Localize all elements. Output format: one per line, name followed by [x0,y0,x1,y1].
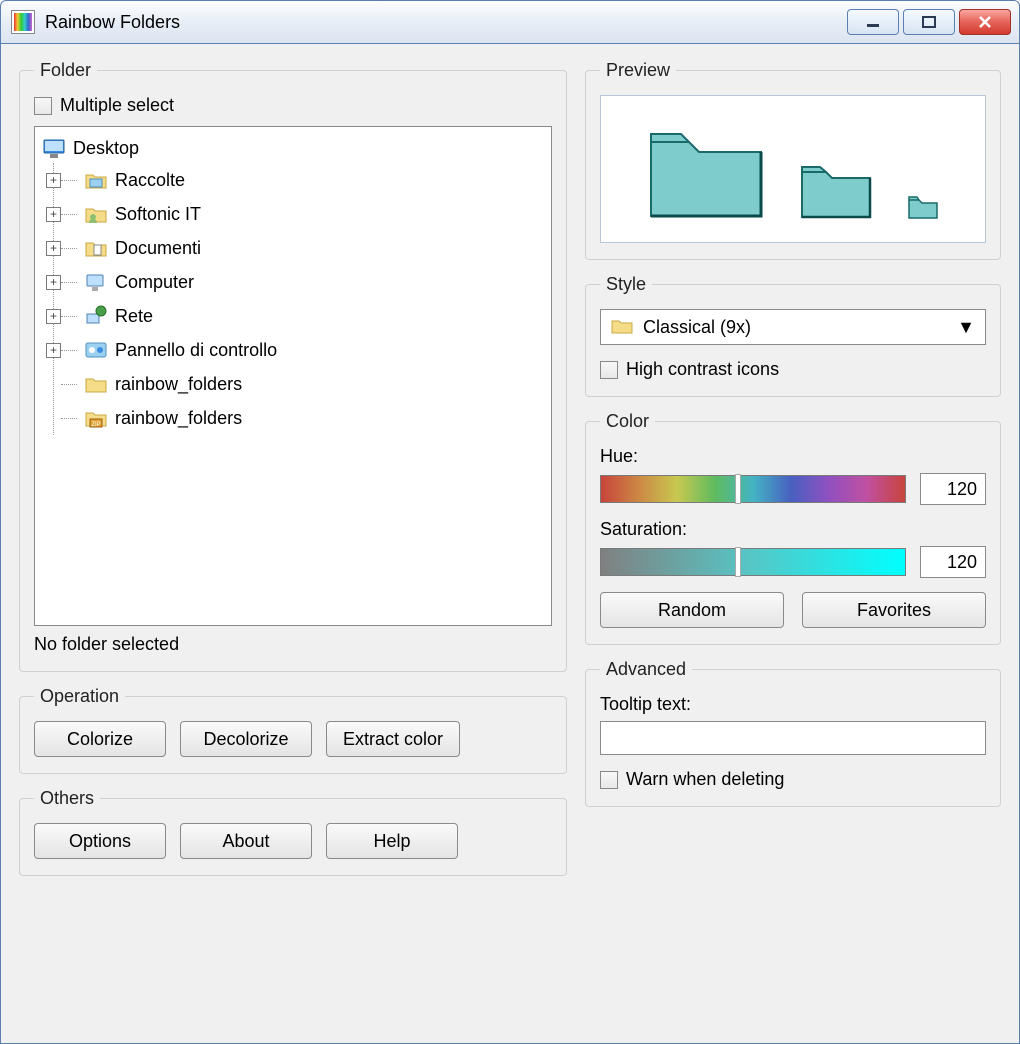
maximize-button[interactable] [903,9,955,35]
tree-label: Documenti [115,238,201,259]
control-panel-icon [83,339,109,361]
extract-color-button[interactable]: Extract color [326,721,460,757]
desktop-icon [41,137,67,159]
tree-item[interactable]: ZIP rainbow_folders [54,401,545,435]
expand-icon[interactable]: + [46,173,61,188]
minimize-button[interactable] [847,9,899,35]
checkbox-icon [600,771,618,789]
computer-icon [83,271,109,293]
style-legend: Style [600,274,652,295]
style-selected: Classical (9x) [643,317,751,338]
random-button[interactable]: Random [600,592,784,628]
expand-icon[interactable]: + [46,275,61,290]
tree-item[interactable]: + Rete [54,299,545,333]
tree-label: Raccolte [115,170,185,191]
advanced-legend: Advanced [600,659,692,680]
expand-icon[interactable]: + [46,343,61,358]
window-title: Rainbow Folders [45,12,847,33]
tooltip-input[interactable] [600,721,986,755]
preview-folder-small-icon [907,194,939,220]
warn-deleting-checkbox[interactable]: Warn when deleting [600,769,986,790]
folder-tree[interactable]: Desktop + Raccolte + Softonic I [34,126,552,626]
warn-label: Warn when deleting [626,769,784,790]
expand-icon[interactable]: + [46,207,61,222]
title-bar: Rainbow Folders [0,0,1020,44]
slider-thumb-icon[interactable] [735,547,741,577]
tree-label: Rete [115,306,153,327]
style-dropdown[interactable]: Classical (9x) ▼ [600,309,986,345]
zip-icon: ZIP [83,407,109,429]
operation-group: Operation Colorize Decolorize Extract co… [19,686,567,774]
saturation-input[interactable] [920,546,986,578]
high-contrast-checkbox[interactable]: High contrast icons [600,359,986,380]
preview-box [600,95,986,243]
tree-item[interactable]: + Softonic IT [54,197,545,231]
hue-label: Hue: [600,446,986,467]
folder-user-icon [83,203,109,225]
hue-input[interactable] [920,473,986,505]
close-button[interactable] [959,9,1011,35]
folder-group: Folder Multiple select Desktop [19,60,567,672]
tree-label: Computer [115,272,194,293]
tree-item[interactable]: + Raccolte [54,163,545,197]
tooltip-label: Tooltip text: [600,694,986,715]
tree-label: rainbow_folders [115,374,242,395]
tree-item[interactable]: rainbow_folders [54,367,545,401]
tree-item[interactable]: + Documenti [54,231,545,265]
operation-legend: Operation [34,686,125,707]
slider-thumb-icon[interactable] [735,474,741,504]
multiple-select-checkbox[interactable]: Multiple select [34,95,552,116]
folder-legend: Folder [34,60,97,81]
favorites-button[interactable]: Favorites [802,592,986,628]
checkbox-icon [600,361,618,379]
tree-label: Softonic IT [115,204,201,225]
saturation-slider[interactable] [600,548,906,576]
high-contrast-label: High contrast icons [626,359,779,380]
window-body: Folder Multiple select Desktop [0,44,1020,1044]
multiple-select-label: Multiple select [60,95,174,116]
window-controls [847,9,1011,35]
preview-folder-large-icon [647,128,765,220]
preview-legend: Preview [600,60,676,81]
expand-icon[interactable]: + [46,309,61,324]
preview-folder-medium-icon [799,162,873,220]
svg-text:ZIP: ZIP [91,422,100,428]
advanced-group: Advanced Tooltip text: Warn when deletin… [585,659,1001,807]
about-button[interactable]: About [180,823,312,859]
folder-icon [83,373,109,395]
saturation-label: Saturation: [600,519,986,540]
folder-doc-icon [83,237,109,259]
others-group: Others Options About Help [19,788,567,876]
colorize-button[interactable]: Colorize [34,721,166,757]
decolorize-button[interactable]: Decolorize [180,721,312,757]
tree-children: + Raccolte + Softonic IT + [53,163,545,435]
folder-icon [611,316,633,339]
preview-group: Preview [585,60,1001,260]
tree-item[interactable]: + Pannello di controllo [54,333,545,367]
color-legend: Color [600,411,655,432]
tree-label: Pannello di controllo [115,340,277,361]
chevron-down-icon: ▼ [957,317,975,338]
style-group: Style Classical (9x) ▼ High contrast ico… [585,274,1001,397]
tree-label: rainbow_folders [115,408,242,429]
network-icon [83,305,109,327]
others-legend: Others [34,788,100,809]
tree-root[interactable]: Desktop [41,133,545,163]
help-button[interactable]: Help [326,823,458,859]
expand-icon[interactable]: + [46,241,61,256]
color-group: Color Hue: Saturation: Random Favorites [585,411,1001,645]
options-button[interactable]: Options [34,823,166,859]
folder-icon [83,169,109,191]
hue-slider[interactable] [600,475,906,503]
app-icon [11,10,35,34]
checkbox-icon [34,97,52,115]
folder-status: No folder selected [34,634,552,655]
tree-label: Desktop [73,138,139,159]
tree-item[interactable]: + Computer [54,265,545,299]
